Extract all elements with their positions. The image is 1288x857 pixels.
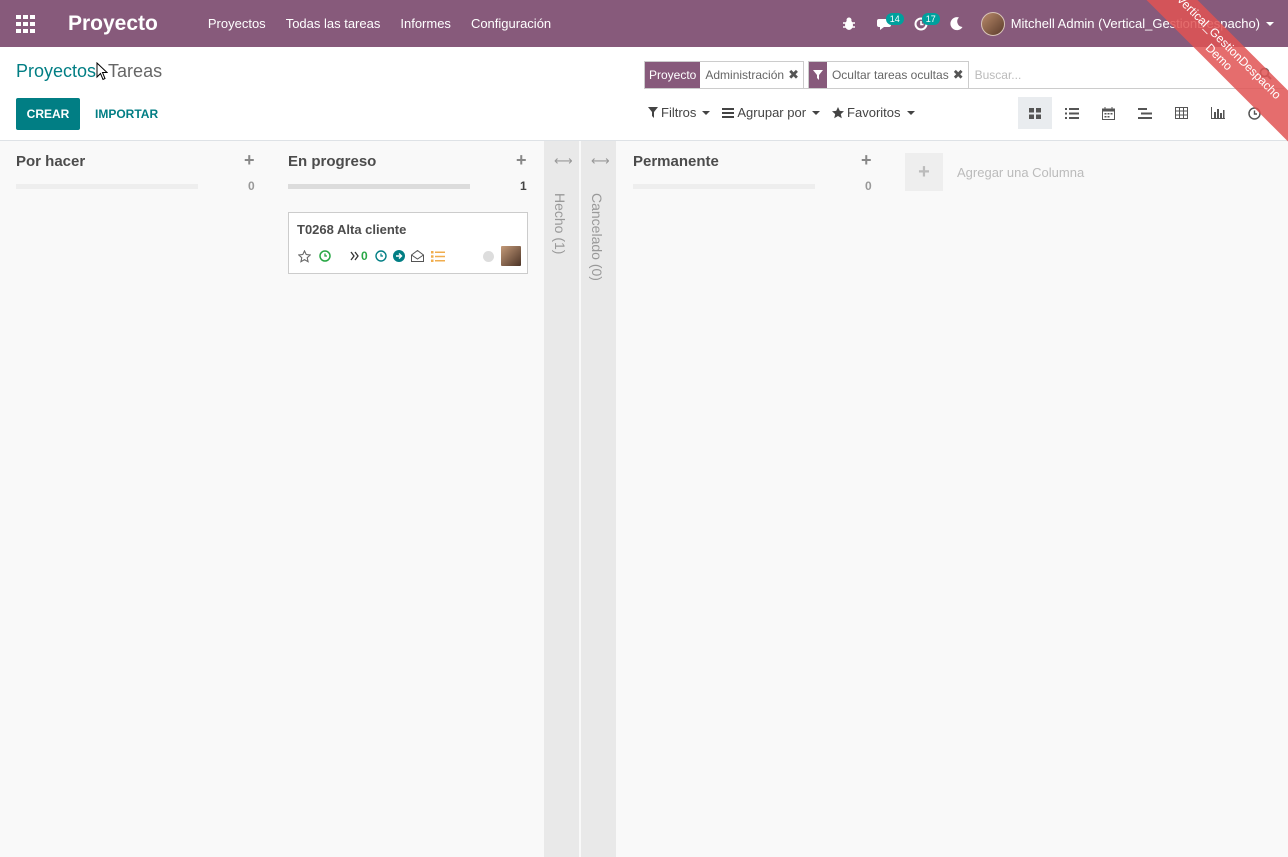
task-card[interactable]: T0268 Alta cliente 0 [288, 212, 528, 274]
facet-proyecto: Proyecto Administración ✖ [644, 60, 804, 89]
folded-column-hecho[interactable]: ⟷ Hecho (1) [544, 141, 579, 857]
chevron-down-icon [812, 110, 821, 115]
star-icon[interactable] [298, 247, 311, 265]
column-count: 0 [248, 179, 255, 193]
subtask-count: 0 [361, 249, 368, 263]
column-progress-bar [16, 184, 198, 189]
control-panel: Proyectos ​ Tareas CREAR IMPORTAR Proyec… [0, 47, 1288, 141]
bug-icon[interactable] [831, 0, 867, 47]
activity-view-icon[interactable] [1237, 97, 1271, 129]
menu-todas-las-tareas[interactable]: Todas las tareas [276, 0, 391, 47]
column-count: 0 [865, 179, 872, 193]
messages-badge: 14 [885, 13, 904, 25]
dark-mode-moon-icon[interactable] [939, 0, 975, 47]
calendar-view-icon[interactable] [1091, 97, 1125, 129]
gantt-view-icon[interactable] [1128, 97, 1162, 129]
activities-badge: 17 [921, 13, 940, 25]
breadcrumb: Proyectos ​ Tareas [16, 61, 162, 82]
search-icon[interactable] [1259, 67, 1272, 83]
clock-icon[interactable] [319, 247, 331, 265]
search-options: Filtros Agrupar por Favoritos [648, 105, 927, 120]
breadcrumb-proyectos[interactable]: Proyectos [16, 61, 96, 82]
navbar-systray: 14 17 Mitchell Admin (Vertical_GestionDe… [831, 0, 1288, 47]
menu-configuracion[interactable]: Configuración [461, 0, 561, 47]
view-switcher [1018, 97, 1274, 129]
facet-remove-icon[interactable]: ✖ [788, 67, 803, 83]
column-add-icon[interactable]: + [244, 150, 255, 171]
kanban-board: Por hacer + 0 En progreso + 1 T0268 Alta… [0, 141, 1288, 857]
checklist-icon[interactable] [431, 247, 445, 265]
filter-icon [808, 61, 827, 88]
favorites-dropdown[interactable]: Favoritos [832, 105, 915, 120]
expand-arrows-icon: ⟷ [554, 153, 573, 168]
activities-icon[interactable]: 17 [903, 0, 940, 47]
column-title-por-hacer[interactable]: Por hacer [16, 153, 85, 170]
kanban-view-icon[interactable] [1018, 97, 1052, 129]
task-card-footer: 0 [297, 246, 521, 266]
messages-icon[interactable]: 14 [867, 0, 904, 47]
create-button[interactable]: CREAR [16, 98, 80, 130]
mouse-cursor-icon [96, 62, 108, 81]
chevron-down-icon [906, 110, 915, 115]
facet-label: Proyecto [645, 61, 701, 88]
user-name: Mitchell Admin (Vertical_GestionDespacho… [1010, 16, 1260, 31]
star-icon [832, 106, 845, 118]
filters-label: Filtros [661, 105, 697, 120]
search-input[interactable] [974, 67, 1245, 82]
app-title[interactable]: Proyecto [68, 12, 158, 36]
envelope-open-icon[interactable] [411, 247, 424, 265]
menu-informes[interactable]: Informes [390, 0, 461, 47]
assignee-avatar [501, 246, 521, 266]
chevron-down-icon [1266, 21, 1274, 26]
add-column-plus-icon[interactable]: + [905, 153, 943, 191]
chevron-down-icon [702, 110, 711, 115]
group-by-dropdown[interactable]: Agrupar por [722, 105, 821, 120]
add-column-label: Agregar una Columna [957, 164, 1085, 180]
breadcrumb-tareas: Tareas [108, 61, 163, 81]
folded-column-cancelado[interactable]: ⟷ Cancelado (0) [581, 141, 616, 857]
group-by-label: Agrupar por [737, 105, 807, 120]
pivot-view-icon[interactable] [1164, 97, 1198, 129]
favorites-label: Favoritos [847, 105, 901, 120]
column-count: 1 [520, 179, 527, 193]
add-column[interactable]: + Agregar una Columna [905, 153, 1084, 191]
list-view-icon[interactable] [1055, 97, 1089, 129]
search-bar: Proyecto Administración ✖ Ocultar tareas… [644, 60, 1284, 89]
facet-value: Ocultar tareas ocultas [831, 67, 949, 82]
bars-icon [722, 107, 735, 118]
kanban-state-dot[interactable] [483, 251, 494, 262]
top-navbar: Proyecto Proyectos Todas las tareas Info… [0, 0, 1288, 47]
filters-dropdown[interactable]: Filtros [648, 105, 711, 120]
menu-proyectos[interactable]: Proyectos [198, 0, 276, 47]
user-avatar [980, 11, 1005, 36]
column-add-icon[interactable]: + [861, 150, 872, 171]
facet-remove-icon[interactable]: ✖ [953, 67, 968, 83]
column-title-permanente[interactable]: Permanente [633, 153, 719, 170]
folded-column-label: Cancelado (0) [589, 193, 605, 281]
apps-menu-icon[interactable] [0, 0, 52, 47]
filter-icon [648, 107, 658, 118]
user-menu[interactable]: Mitchell Admin (Vertical_GestionDespacho… [980, 11, 1288, 36]
column-title-en-progreso[interactable]: En progreso [288, 153, 376, 170]
arrow-circle-right-icon[interactable] [393, 247, 405, 265]
column-progress-bar [288, 184, 470, 189]
import-button[interactable]: IMPORTAR [95, 98, 158, 130]
column-add-icon[interactable]: + [516, 150, 527, 171]
expand-arrows-icon: ⟷ [591, 153, 610, 168]
graph-view-icon[interactable] [1201, 97, 1235, 129]
task-card-title: T0268 Alta cliente [297, 222, 407, 237]
facet-filter: Ocultar tareas ocultas ✖ [807, 60, 969, 89]
column-progress-bar [633, 184, 815, 189]
facet-value: Administración [705, 67, 785, 82]
deadline-clock-icon[interactable] [375, 247, 387, 265]
folded-column-label: Hecho (1) [552, 193, 568, 255]
subtask-chevrons-icon[interactable]: 0 [350, 247, 368, 265]
